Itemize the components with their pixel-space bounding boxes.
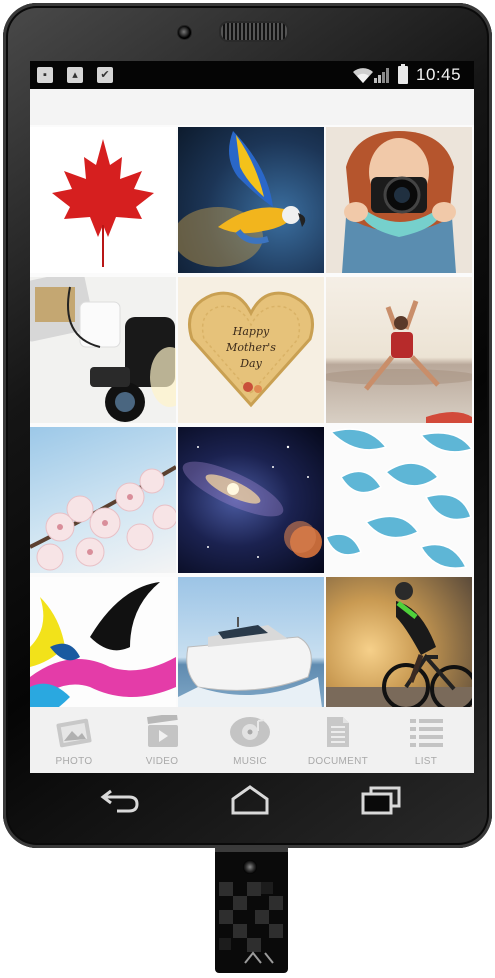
- tab-music-label: MUSIC: [233, 756, 267, 767]
- signal-icon: [374, 68, 389, 83]
- tab-photo-label: PHOTO: [55, 756, 93, 767]
- mothers-day-line-2: Mother's: [225, 341, 276, 354]
- gallery-grid: Happy Mother's Day: [30, 127, 474, 723]
- home-icon[interactable]: [227, 785, 273, 815]
- tab-video-label: VIDEO: [145, 756, 179, 767]
- gallery-item-paint-splash[interactable]: [30, 577, 176, 723]
- gallery-item-cyclist[interactable]: [326, 577, 472, 723]
- sd-card-icon: ▪: [37, 67, 53, 83]
- screen: ▪ ▴ ✔ 10:45 Happy Mother's Day PHOTO VID…: [30, 61, 474, 773]
- image-icon: ▴: [67, 67, 83, 83]
- status-bar: ▪ ▴ ✔ 10:45: [30, 61, 474, 89]
- front-camera: [177, 25, 192, 40]
- document-icon: [327, 717, 349, 747]
- tab-photo[interactable]: PHOTO: [30, 707, 118, 773]
- battery-icon: [398, 64, 408, 84]
- music-icon: [230, 717, 270, 747]
- phone-frame: ▪ ▴ ✔ 10:45 Happy Mother's Day PHOTO VID…: [3, 3, 492, 848]
- tab-document[interactable]: DOCUMENT: [294, 707, 382, 773]
- gallery-item-desk-camera[interactable]: [30, 277, 176, 423]
- photo-icon: [56, 718, 92, 748]
- earpiece-speaker: [219, 21, 289, 42]
- check-icon: ✔: [97, 67, 113, 83]
- toolbar-strip: [30, 89, 474, 125]
- usb-pattern: [219, 882, 283, 964]
- mothers-day-line-3: Day: [239, 357, 262, 370]
- gallery-item-mothers-day[interactable]: Happy Mother's Day: [178, 277, 324, 423]
- tab-music[interactable]: MUSIC: [206, 707, 294, 773]
- gallery-item-cherry-blossom[interactable]: [30, 427, 176, 573]
- gallery-item-maple-leaf[interactable]: [30, 127, 176, 273]
- video-icon: [147, 715, 178, 747]
- list-icon: [410, 719, 443, 747]
- gallery-item-speedboat[interactable]: [178, 577, 324, 723]
- status-time: 10:45: [416, 65, 462, 84]
- gallery-item-macaw[interactable]: [178, 127, 324, 273]
- recents-icon[interactable]: [359, 785, 405, 815]
- mothers-day-line-1: Happy: [232, 325, 270, 338]
- gallery-item-beach-jump[interactable]: [326, 277, 472, 423]
- usb-drive: [215, 848, 288, 973]
- gallery-item-woman-camera[interactable]: [326, 127, 472, 273]
- tab-list[interactable]: LIST: [382, 707, 470, 773]
- wifi-icon: [353, 68, 373, 83]
- tab-document-label: DOCUMENT: [307, 756, 369, 767]
- gallery-item-galaxy[interactable]: [178, 427, 324, 573]
- back-icon[interactable]: [97, 785, 143, 815]
- bottom-tab-bar: PHOTO VIDEO MUSIC DOCUMENT LIST: [30, 707, 474, 773]
- gallery-item-blue-leaves[interactable]: [326, 427, 472, 573]
- tab-list-label: LIST: [414, 756, 438, 767]
- tab-video[interactable]: VIDEO: [118, 707, 206, 773]
